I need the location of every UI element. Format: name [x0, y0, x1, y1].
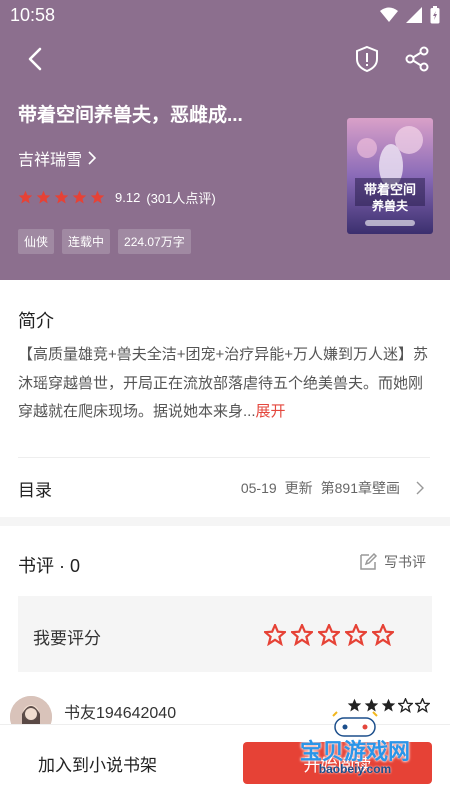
star-icon	[415, 698, 430, 713]
back-arrow-icon	[28, 47, 42, 71]
intro-body: 【高质量雄竞+兽夫全洁+团宠+治疗异能+万人嫌到万人迷】苏沐瑶穿越兽世，开局正在…	[18, 346, 429, 420]
star-outline-icon[interactable]	[318, 624, 340, 646]
write-review-button[interactable]: 写书评	[358, 552, 426, 572]
intro-heading: 简介	[18, 311, 54, 331]
signal-icon	[406, 7, 422, 27]
wifi-icon	[380, 7, 398, 27]
star-icon	[398, 698, 413, 713]
report-button[interactable]	[352, 43, 382, 75]
star-icon	[72, 190, 87, 204]
star-outline-icon[interactable]	[372, 624, 394, 646]
book-title: 带着空间养兽夫，恶雌成...	[18, 105, 243, 126]
star-icon	[18, 190, 33, 204]
edit-icon	[360, 552, 378, 570]
toc-date: 05-19	[240, 480, 277, 496]
tag-genre: 仙侠	[18, 229, 55, 254]
toc-info: 05-19 更新 第891章壁画	[241, 478, 424, 498]
chevron-right-icon	[88, 151, 97, 165]
top-bar	[0, 40, 450, 80]
review-heading: 书评 · 0	[18, 556, 81, 576]
expand-link[interactable]: 展开	[256, 403, 286, 420]
add-to-shelf-button[interactable]: 加入到小说书架	[38, 751, 157, 776]
tag-list: 仙侠 连载中 224.07万字	[18, 229, 191, 254]
author-link[interactable]: 吉祥瑞雪	[18, 146, 97, 170]
intro-text[interactable]: 【高质量雄竞+兽夫全洁+团宠+治疗异能+万人嫌到万人迷】苏沐瑶穿越兽世，开局正在…	[18, 341, 430, 427]
book-header: 10:58 带着空间养兽夫，恶雌成... 吉祥瑞雪 9.12 (301人点评) …	[0, 0, 450, 280]
rating-count: (301人点评)	[146, 191, 216, 206]
star-icon	[90, 190, 105, 204]
chevron-right-icon	[416, 481, 424, 495]
rate-stars[interactable]	[264, 624, 394, 646]
reviewer-name: 书友194642040	[64, 705, 177, 722]
share-button[interactable]	[402, 43, 432, 75]
share-icon	[405, 46, 429, 72]
toc-label: 目录	[18, 481, 52, 500]
star-outline-icon[interactable]	[264, 624, 286, 646]
rating-score: 9.12	[115, 190, 141, 205]
status-time: 10:58	[10, 5, 56, 25]
tag-status: 连载中	[62, 229, 111, 254]
shield-icon	[356, 45, 378, 73]
star-outline-icon[interactable]	[345, 624, 367, 646]
book-cover[interactable]: 带着空间 养兽夫	[347, 118, 433, 234]
start-reading-label: 开始阅读	[303, 755, 372, 775]
toc-update: 更新	[284, 480, 313, 496]
star-icon	[381, 698, 396, 712]
reviewer-stars	[347, 698, 430, 713]
star-icon	[364, 698, 379, 712]
author-name: 吉祥瑞雪	[18, 152, 83, 169]
intro-section: 简介 【高质量雄竞+兽夫全洁+团宠+治疗异能+万人嫌到万人迷】苏沐瑶穿越兽世，开…	[0, 280, 450, 517]
status-bar: 10:58	[0, 0, 450, 32]
star-icon	[36, 190, 51, 204]
tag-wordcount: 224.07万字	[118, 229, 191, 254]
rate-label: 我要评分	[33, 629, 101, 648]
write-review-label: 写书评	[384, 554, 426, 570]
rating-row: 9.12 (301人点评)	[18, 188, 216, 207]
svg-text:养兽夫: 养兽夫	[371, 198, 409, 213]
rate-box: 我要评分	[18, 596, 432, 672]
star-icon	[54, 190, 69, 204]
back-button[interactable]	[20, 44, 50, 74]
toc-chapter: 第891章壁画	[320, 480, 400, 496]
review-item[interactable]: 书友194642040	[0, 686, 450, 738]
table-of-contents-row[interactable]: 目录 05-19 更新 第891章壁画	[0, 458, 450, 516]
status-icons	[380, 6, 440, 28]
star-outline-icon[interactable]	[291, 624, 313, 646]
cover-title: 带着空间	[364, 182, 416, 198]
start-reading-button[interactable]: 开始阅读	[243, 742, 432, 784]
star-icon	[347, 698, 362, 712]
battery-icon	[430, 6, 440, 28]
rating-stars	[18, 190, 105, 205]
bottom-action-bar: 加入到小说书架 开始阅读	[0, 724, 450, 800]
